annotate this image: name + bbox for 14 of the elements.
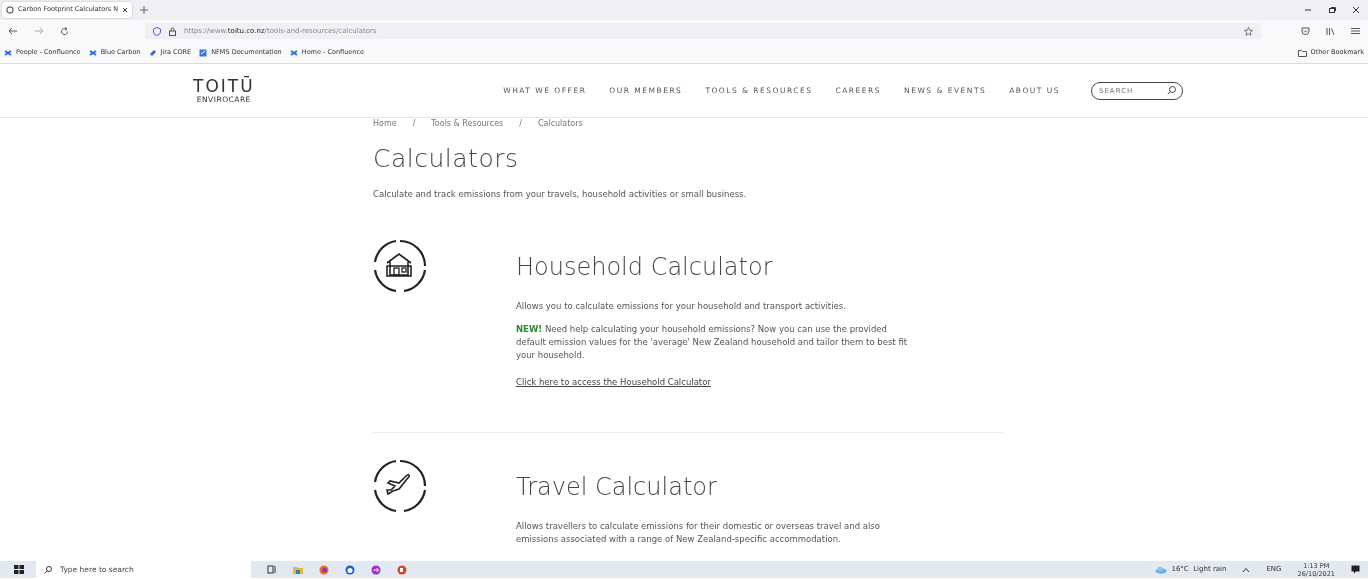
breadcrumb-link[interactable]: Home (373, 119, 397, 128)
intro-text: Calculate and track emissions from your travels, household activities or small business. (373, 188, 748, 201)
paragraph-text: NEW! Need help calculating your household emissions? Now you can use the provided default emission values for the 'average' New Zealand household and tailor them to best fit your household. (516, 322, 909, 362)
calculator-link[interactable]: Click here to access the Household Calculator (516, 375, 711, 389)
page-title: Calculators (373, 143, 520, 174)
breadcrumb-separator: / (519, 119, 522, 128)
section-title: Household Calculator (516, 252, 774, 282)
breadcrumb-separator: / (412, 119, 416, 128)
breadcrumb-link[interactable]: Tools & Resources (431, 119, 504, 128)
paragraph-text: Allows you to calculate emissions for your household and transport activities. (516, 299, 847, 313)
logo[interactable]: TOITŪ (193, 77, 255, 95)
breadcrumb-link[interactable]: Calculators (537, 119, 583, 128)
section-title: Travel Calculator (516, 471, 718, 502)
paragraph-text: Allows travellers to calculate emissions for their domestic or overseas travel and also emissions associated with a range of New Zealand-specific accommodation. (516, 519, 881, 546)
